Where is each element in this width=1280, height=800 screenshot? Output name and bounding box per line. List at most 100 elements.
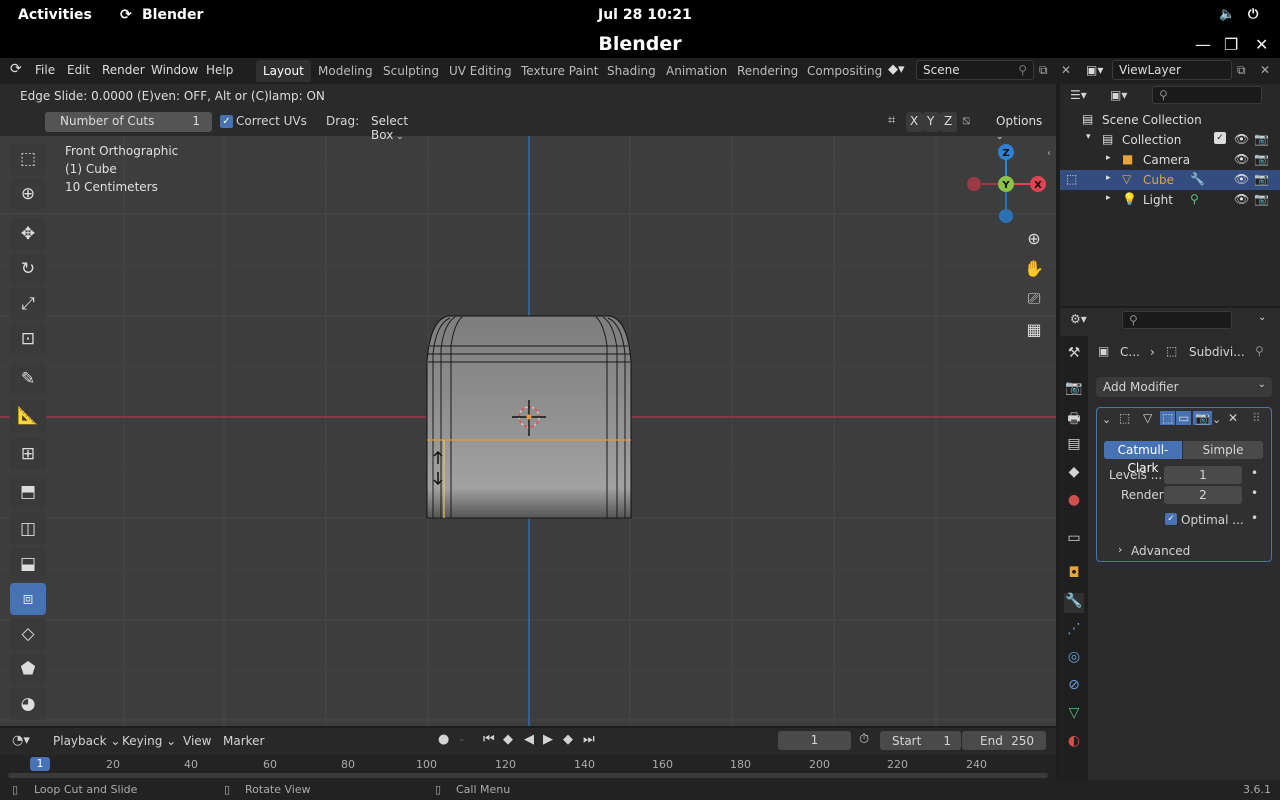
cursor-tool-icon[interactable]: ⊕: [10, 178, 46, 210]
stopwatch-icon[interactable]: ⏱: [859, 732, 869, 747]
keying-menu[interactable]: Keying ⌄: [122, 734, 176, 748]
menu-file[interactable]: File: [35, 63, 55, 77]
levels-viewport-field[interactable]: 1: [1164, 466, 1242, 484]
volume-icon[interactable]: 🔈: [1219, 7, 1235, 22]
minimize-icon[interactable]: —: [1195, 35, 1211, 54]
tool-tab-icon[interactable]: ⚒: [1064, 345, 1084, 365]
camera-view-icon[interactable]: ⎚: [1020, 285, 1048, 313]
spin-tool-icon[interactable]: ◕: [10, 688, 46, 720]
visibility-eye-icon[interactable]: 👁: [1234, 172, 1249, 186]
expand-icon[interactable]: ▸: [1106, 193, 1111, 203]
outliner-editor-icon[interactable]: ☰▾: [1070, 88, 1087, 102]
tab-modeling[interactable]: Modeling: [311, 60, 380, 82]
loop-cut-tool-icon[interactable]: ⧈: [10, 583, 46, 615]
correct-uvs-checkbox[interactable]: ✓: [220, 115, 233, 128]
maximize-icon[interactable]: ❐: [1224, 35, 1238, 54]
outliner-row-cube[interactable]: ⬚ ▸ ▽ Cube 🔧 👁 📷: [1060, 170, 1280, 190]
select-box-tool-icon[interactable]: ⬚: [10, 143, 46, 175]
visibility-eye-icon[interactable]: 👁: [1234, 152, 1249, 166]
navigation-gizmo[interactable]: Z X Y: [960, 140, 1052, 230]
expand-chevron-icon[interactable]: ›: [1118, 543, 1122, 556]
outliner-row-light[interactable]: ▸ 💡 Light ⚲ 👁 📷: [1060, 190, 1280, 210]
tab-shading[interactable]: Shading: [600, 60, 663, 82]
add-cube-tool-icon[interactable]: ⊞: [10, 438, 46, 470]
menu-edit[interactable]: Edit: [67, 63, 90, 77]
modifier-menu-icon[interactable]: ⌄: [1212, 413, 1221, 426]
menu-window[interactable]: Window: [151, 63, 198, 77]
tab-sculpting[interactable]: Sculpting: [376, 60, 446, 82]
prev-keyframe-icon[interactable]: ◆: [503, 732, 513, 747]
output-tab-icon[interactable]: 🖶: [1064, 408, 1084, 428]
remove-view-layer-icon[interactable]: ✕: [1260, 63, 1270, 77]
number-of-cuts-field[interactable]: Number of Cuts 1: [45, 112, 212, 132]
tab-animation[interactable]: Animation: [659, 60, 734, 82]
optimal-display-checkbox[interactable]: ✓: [1165, 513, 1177, 525]
playhead[interactable]: 1: [30, 757, 50, 771]
rotate-tool-icon[interactable]: ↻: [10, 253, 46, 285]
render-camera-icon[interactable]: 📷: [1254, 192, 1269, 206]
keyframe-dot-icon[interactable]: •: [1251, 466, 1258, 480]
timeline-scrollbar[interactable]: [8, 773, 1048, 778]
render-levels-field[interactable]: 2: [1164, 486, 1242, 504]
start-frame-field[interactable]: Start 1: [880, 731, 961, 750]
next-keyframe-icon[interactable]: ◆: [563, 732, 573, 747]
scene-icon[interactable]: ◆▾: [888, 62, 905, 77]
properties-editor-icon[interactable]: ⚙▾: [1070, 312, 1087, 326]
new-view-layer-icon[interactable]: ⧉: [1237, 63, 1246, 78]
expand-icon[interactable]: ▸: [1106, 173, 1111, 183]
activities-button[interactable]: Activities: [18, 7, 92, 23]
render-tab-icon[interactable]: 📷: [1064, 380, 1084, 400]
properties-options-icon[interactable]: ⌄: [1258, 312, 1266, 323]
scene-tab-icon[interactable]: ◆: [1064, 464, 1084, 484]
edit-mode-toggle-icon[interactable]: ⬚: [1160, 411, 1176, 425]
properties-search-input[interactable]: ⚲: [1122, 311, 1232, 329]
jump-start-icon[interactable]: ⏮: [483, 732, 495, 747]
knife-tool-icon[interactable]: ◇: [10, 618, 46, 650]
outliner-row-collection[interactable]: ▾ ▤ Collection ✓ 👁 📷: [1060, 130, 1280, 150]
particles-tab-icon[interactable]: ⋰: [1064, 621, 1084, 641]
play-reverse-icon[interactable]: ◀: [524, 732, 534, 747]
keyframe-dot-icon[interactable]: •: [1251, 486, 1258, 500]
add-modifier-dropdown[interactable]: Add Modifier ⌄: [1096, 377, 1272, 397]
blender-logo-icon[interactable]: ⟳: [10, 61, 22, 77]
poly-build-tool-icon[interactable]: ⬟: [10, 653, 46, 685]
view-layer-icon[interactable]: ▣▾: [1086, 63, 1103, 77]
collection-tab-icon[interactable]: ▭: [1064, 530, 1084, 550]
measure-tool-icon[interactable]: 📐: [10, 400, 46, 432]
menu-render[interactable]: Render: [102, 63, 145, 77]
view-layer-selector[interactable]: ViewLayer: [1112, 60, 1232, 80]
tab-uv-editing[interactable]: UV Editing: [442, 60, 519, 82]
annotate-tool-icon[interactable]: ✎: [10, 363, 46, 395]
ortho-grid-icon[interactable]: ▦: [1020, 316, 1048, 344]
edit-mode-icon[interactable]: ⬚: [1066, 172, 1077, 186]
axis-z-toggle[interactable]: Z: [940, 112, 957, 132]
axis-x-toggle[interactable]: X: [906, 112, 923, 132]
view-menu[interactable]: View: [183, 734, 211, 748]
remove-modifier-icon[interactable]: ✕: [1228, 411, 1238, 425]
visibility-eye-icon[interactable]: 👁: [1234, 192, 1249, 206]
pin-icon[interactable]: ⚲: [1018, 63, 1027, 77]
display-mode-icon[interactable]: ▣▾: [1110, 88, 1127, 102]
world-tab-icon[interactable]: ●: [1064, 492, 1084, 512]
outliner-search-input[interactable]: ⚲: [1152, 86, 1262, 104]
viewport-toggle-icon[interactable]: ▭: [1176, 411, 1192, 425]
blender-app-icon[interactable]: ⟳: [120, 7, 132, 23]
physics-tab-icon[interactable]: ◎: [1064, 649, 1084, 669]
marker-menu[interactable]: Marker: [223, 734, 264, 748]
render-camera-icon[interactable]: 📷: [1254, 132, 1269, 146]
clock[interactable]: Jul 28 10:21: [598, 7, 692, 23]
options-dropdown[interactable]: Options ⌄: [988, 112, 1050, 142]
drag-dropdown[interactable]: Select Box ⌄: [363, 112, 437, 142]
auto-keying-icon[interactable]: ●: [438, 732, 449, 747]
tab-compositing[interactable]: Compositing: [800, 60, 889, 82]
inset-tool-icon[interactable]: ◫: [10, 513, 46, 545]
playback-menu[interactable]: Playback ⌄: [53, 734, 120, 748]
power-icon[interactable]: ⏻: [1248, 7, 1258, 22]
new-scene-icon[interactable]: ⧉: [1039, 63, 1048, 78]
frame-ruler[interactable]: 1 20 40 60 80 100 120 140 160 180 200 22…: [0, 755, 1056, 780]
visibility-eye-icon[interactable]: 👁: [1234, 132, 1249, 146]
collapse-chevron-icon[interactable]: ⌄: [1102, 413, 1111, 426]
bevel-tool-icon[interactable]: ⬓: [10, 548, 46, 580]
scale-tool-icon[interactable]: ⤢: [10, 288, 46, 320]
current-frame-field[interactable]: 1: [778, 731, 851, 750]
